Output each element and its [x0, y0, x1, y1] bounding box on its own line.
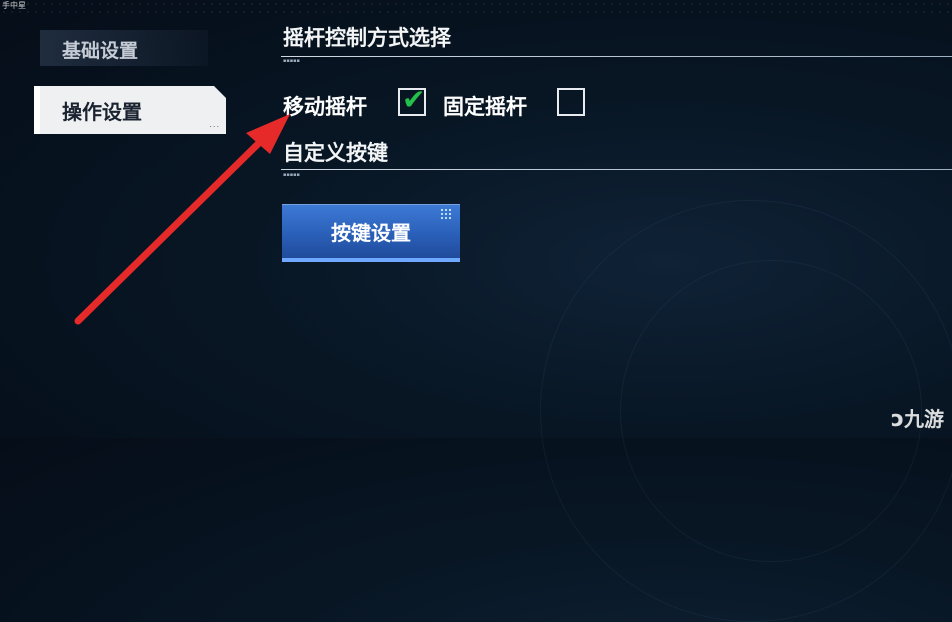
- annotation-arrow: [74, 114, 290, 325]
- jiuyou-logo-icon: ↄ九游: [890, 407, 944, 432]
- watermark-text: 九游: [904, 407, 944, 431]
